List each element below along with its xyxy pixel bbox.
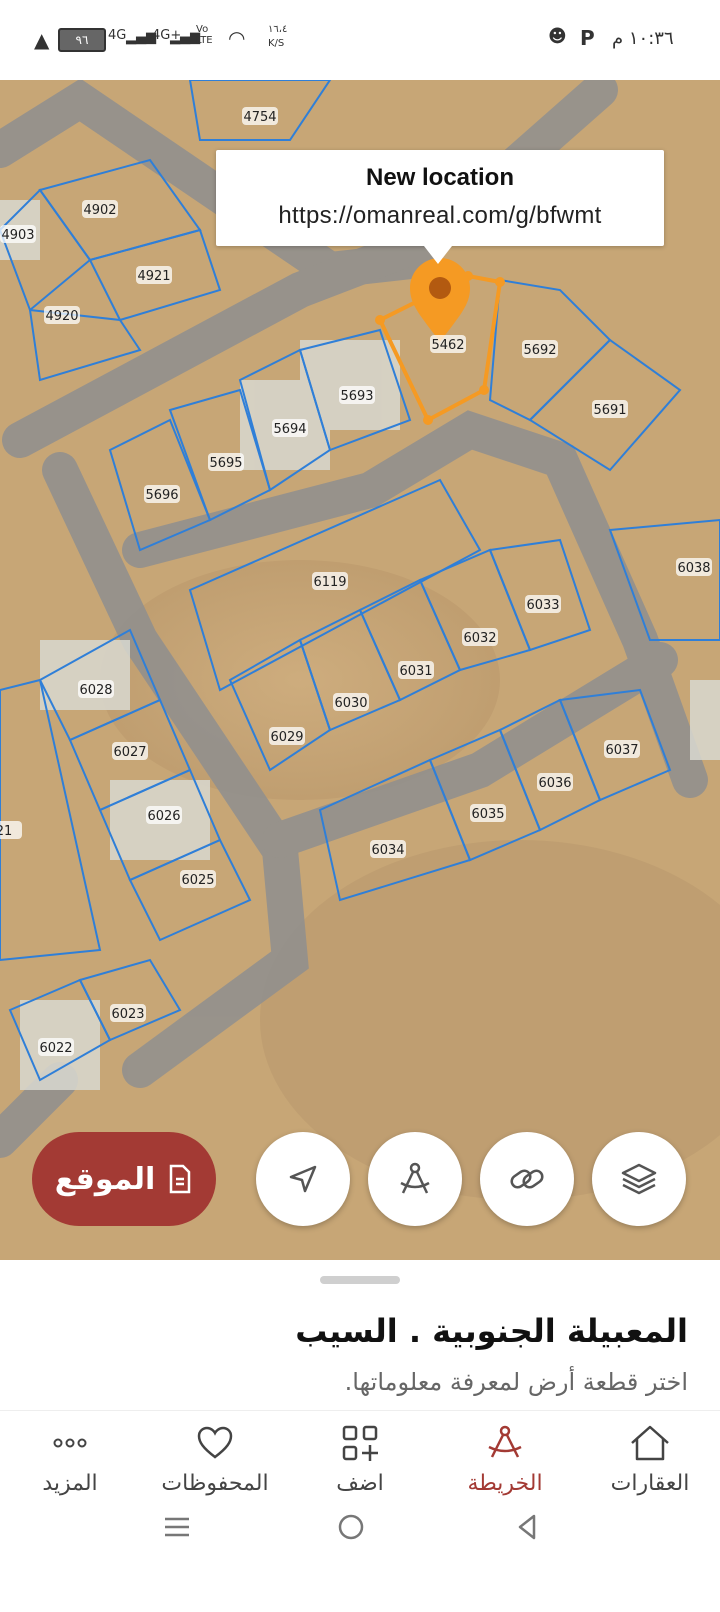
nav-add-label: اضف xyxy=(336,1471,384,1496)
nav-more[interactable]: المزيد xyxy=(0,1423,140,1496)
parcel-number[interactable]: 5693 xyxy=(340,389,373,404)
parcel-number[interactable]: 6026 xyxy=(147,809,180,824)
add-grid-icon xyxy=(342,1425,378,1461)
home-icon xyxy=(631,1425,669,1461)
parcel-number[interactable]: 6032 xyxy=(463,631,496,646)
area-title: المعبيلة الجنوبية . السيب xyxy=(295,1312,688,1350)
speed-unit: K/S xyxy=(268,38,285,49)
location-button-label: الموقع xyxy=(54,1161,156,1197)
tooltip-title: New location xyxy=(365,164,515,191)
parcel-number[interactable]: 5696 xyxy=(145,488,178,503)
tooltip-url[interactable]: https://omanreal.com/g/bfwmt xyxy=(216,202,664,230)
parcel-number[interactable]: 5691 xyxy=(593,403,626,418)
wifi-icon: ◠ xyxy=(228,26,246,50)
parcel-number[interactable]: 6119 xyxy=(313,575,346,590)
measure-button[interactable] xyxy=(368,1132,462,1226)
location-button[interactable]: الموقع xyxy=(32,1132,216,1226)
parcel-number[interactable]: 21 xyxy=(0,824,12,839)
parcel-number[interactable]: 6033 xyxy=(526,598,559,613)
document-icon xyxy=(170,1164,191,1194)
parcel-number[interactable]: 6037 xyxy=(605,743,638,758)
map-canvas[interactable]: 4754 4902 4903 4921 4920 5692 5462 5691 5693 5694… xyxy=(0,80,720,1260)
satellite-map[interactable]: 4754 4902 4903 4921 4920 5692 5462 5691 5693 5694… xyxy=(0,80,720,1260)
parcel-number[interactable]: 4902 xyxy=(83,203,116,218)
parcel-number[interactable]: 5695 xyxy=(209,456,242,471)
area-subtitle: اختر قطعة أرض لمعرفة معلوماتها. xyxy=(344,1368,688,1396)
network-4g: 4G xyxy=(108,28,127,43)
sheet-drag-handle[interactable] xyxy=(320,1276,400,1284)
parcel-number[interactable]: 4921 xyxy=(137,269,170,284)
layers-icon xyxy=(621,1163,657,1195)
system-navigation xyxy=(0,1512,720,1612)
measure-compass-icon xyxy=(400,1162,430,1194)
nav-properties[interactable]: العقارات xyxy=(580,1423,720,1496)
clock: ١٠:٣٦ م xyxy=(612,28,674,49)
parcel-number[interactable]: 6023 xyxy=(111,1007,144,1022)
layers-button[interactable] xyxy=(592,1132,686,1226)
parcel-number[interactable]: 4903 xyxy=(1,228,34,243)
parcel-number[interactable]: 6038 xyxy=(677,561,710,576)
parcel-number[interactable]: 6022 xyxy=(39,1041,72,1056)
new-location-tooltip[interactable]: New location https://omanreal.com/g/bfwm… xyxy=(216,150,664,264)
parcel-number[interactable]: 6027 xyxy=(113,745,146,760)
status-bar: ▲ ٩٦ 4G ▂▄▆ 4G+ ▂▄▆ Vo LTE ◠ ١٦،٤ K/S ☻ … xyxy=(0,0,720,80)
parcel-number[interactable]: 5694 xyxy=(273,422,306,437)
navigation-arrow-icon xyxy=(289,1165,317,1193)
location-sheet[interactable]: المعبيلة الجنوبية . السيب اختر قطعة أرض … xyxy=(0,1260,720,1410)
home-circle-icon[interactable] xyxy=(336,1512,366,1542)
parking-icon: P xyxy=(580,26,595,50)
speed-value: ١٦،٤ xyxy=(268,24,288,35)
parcel-number[interactable]: 4920 xyxy=(45,309,78,324)
link-icon xyxy=(510,1169,544,1189)
nav-add[interactable]: اضف xyxy=(290,1423,430,1496)
nav-favorites-label: المحفوظات xyxy=(161,1471,269,1496)
parcel-number[interactable]: 5462 xyxy=(431,338,464,353)
map-compass-icon xyxy=(488,1425,522,1458)
nav-properties-label: العقارات xyxy=(610,1471,690,1496)
parcel-number[interactable]: 5692 xyxy=(523,343,556,358)
battery-alert-icon: ▲ xyxy=(34,28,50,52)
recent-apps-icon[interactable] xyxy=(162,1512,192,1542)
parcel-number[interactable]: 6036 xyxy=(538,776,571,791)
volte-label: Vo LTE xyxy=(196,24,213,46)
share-link-button[interactable] xyxy=(480,1132,574,1226)
parcel-number[interactable]: 6028 xyxy=(79,683,112,698)
nav-map[interactable]: الخريطة xyxy=(435,1423,575,1496)
battery-indicator: ٩٦ xyxy=(58,28,106,52)
snapchat-icon: ☻ xyxy=(548,26,567,47)
parcel-number[interactable]: 6034 xyxy=(371,843,404,858)
parcel-number[interactable]: 6025 xyxy=(181,873,214,888)
back-icon[interactable] xyxy=(512,1512,542,1542)
nav-map-label: الخريطة xyxy=(467,1471,543,1496)
parcel-number[interactable]: 4754 xyxy=(243,110,276,125)
bottom-navigation: المزيد المحفوظات اضف الخريطة العقارات xyxy=(0,1410,720,1511)
parcel-number[interactable]: 6029 xyxy=(270,730,303,745)
heart-icon xyxy=(197,1426,233,1459)
navigate-button[interactable] xyxy=(256,1132,350,1226)
parcel-number[interactable]: 6031 xyxy=(399,664,432,679)
more-dots-icon xyxy=(53,1438,87,1448)
parcel-number[interactable]: 6030 xyxy=(334,696,367,711)
parcel-number[interactable]: 6035 xyxy=(471,807,504,822)
nav-favorites[interactable]: المحفوظات xyxy=(145,1423,285,1496)
nav-more-label: المزيد xyxy=(42,1471,98,1496)
